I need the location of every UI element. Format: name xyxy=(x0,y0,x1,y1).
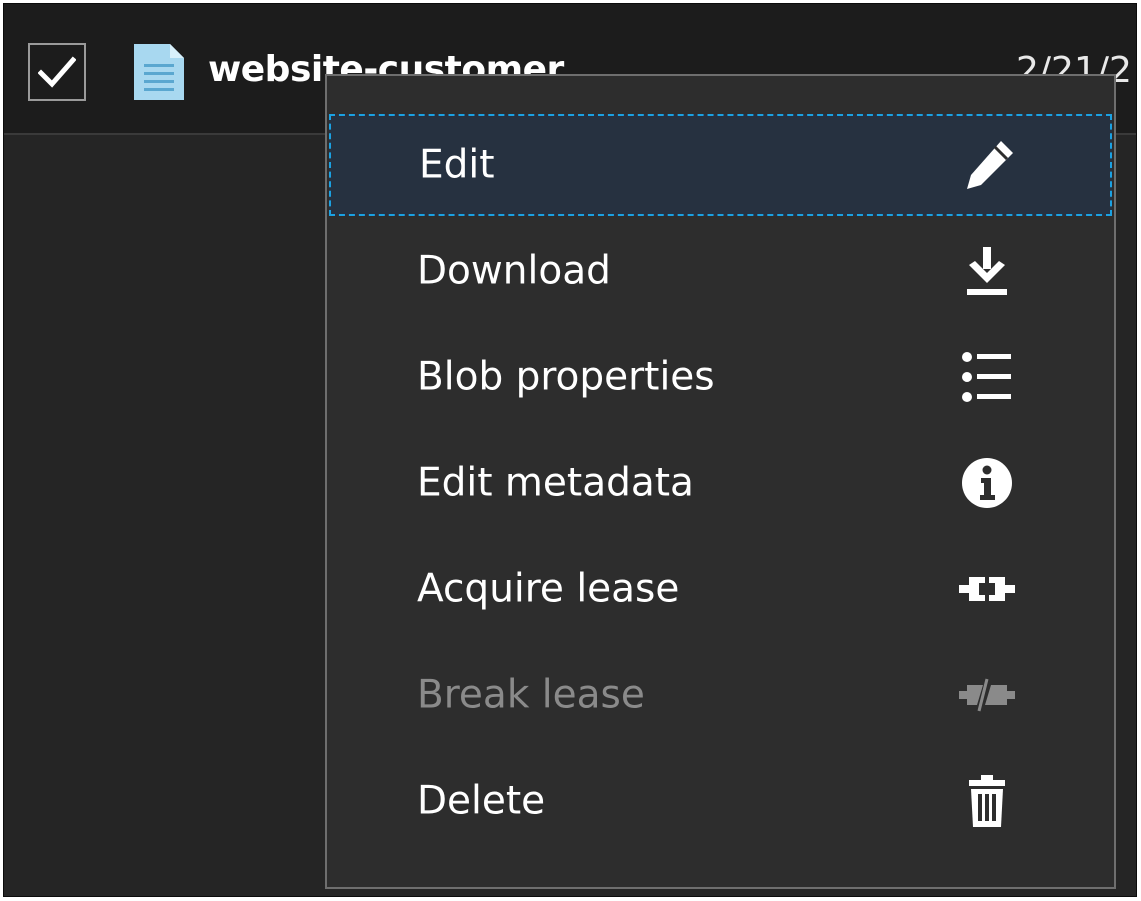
menu-item-acquire-lease[interactable]: Acquire lease xyxy=(329,538,1112,640)
pencil-icon xyxy=(959,135,1019,195)
document-file-icon xyxy=(134,44,184,100)
storage-explorer-pane: website-customer 2/21/2 Edit Download Bl… xyxy=(3,3,1137,897)
menu-item-label: Edit xyxy=(419,142,495,188)
menu-item-edit[interactable]: Edit xyxy=(329,114,1112,216)
checkmark-icon xyxy=(38,56,76,88)
menu-item-label: Download xyxy=(417,248,611,294)
menu-item-edit-metadata[interactable]: Edit metadata xyxy=(329,432,1112,534)
plug-connected-icon xyxy=(957,559,1017,619)
menu-item-label: Edit metadata xyxy=(417,460,694,506)
menu-item-label: Break lease xyxy=(417,672,645,718)
menu-item-label: Delete xyxy=(417,778,546,824)
menu-item-delete[interactable]: Delete xyxy=(329,750,1112,852)
menu-item-download[interactable]: Download xyxy=(329,220,1112,322)
menu-item-label: Blob properties xyxy=(417,354,715,400)
trash-icon xyxy=(957,771,1017,831)
row-checkbox[interactable] xyxy=(28,43,86,101)
menu-item-blob-properties[interactable]: Blob properties xyxy=(329,326,1112,428)
menu-item-break-lease[interactable]: Break lease xyxy=(329,644,1112,746)
list-icon xyxy=(957,347,1017,407)
blob-context-menu: Edit Download Blob properties Edit metad… xyxy=(325,74,1116,889)
info-icon xyxy=(957,453,1017,513)
plug-broken-icon xyxy=(957,665,1017,725)
menu-item-label: Acquire lease xyxy=(417,566,680,612)
download-icon xyxy=(957,241,1017,301)
